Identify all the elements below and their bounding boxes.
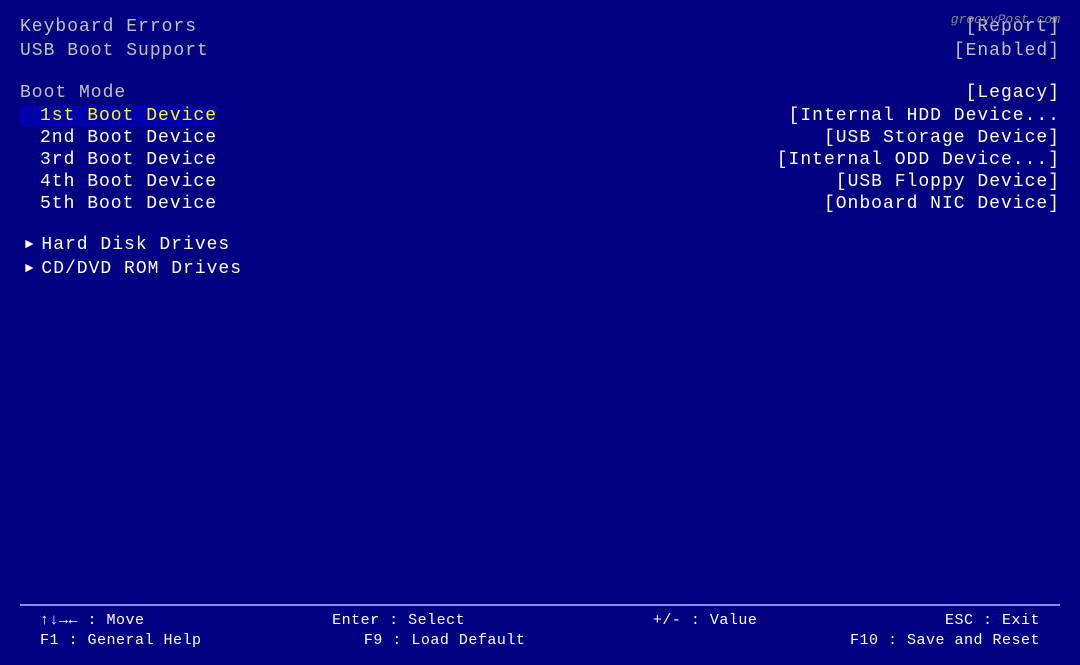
watermark-label: groovyPost.com bbox=[951, 12, 1060, 27]
arrow-right-icon-2: ► bbox=[20, 261, 33, 277]
boot-device-2nd-value: [USB Storage Device] bbox=[824, 128, 1060, 148]
boot-device-2nd[interactable]: 2nd Boot Device [USB Storage Device] bbox=[20, 127, 1060, 149]
boot-device-4th-label: 4th Boot Device bbox=[20, 172, 217, 192]
bios-screen: groovyPost.com Keyboard Errors [Report] … bbox=[0, 0, 1080, 665]
boot-device-2nd-label: 2nd Boot Device bbox=[20, 128, 217, 148]
boot-device-3rd-value: [Internal ODD Device...] bbox=[777, 150, 1060, 170]
footer-exit: ESC : Exit bbox=[945, 612, 1040, 629]
footer-select: Enter : Select bbox=[332, 612, 465, 629]
hard-disk-drives-item[interactable]: ► Hard Disk Drives bbox=[20, 233, 1060, 257]
boot-device-5th-label: 5th Boot Device bbox=[20, 194, 217, 214]
footer-move: ↑↓→← : Move bbox=[40, 612, 145, 629]
footer-value: +/- : Value bbox=[653, 612, 758, 629]
boot-device-3rd[interactable]: 3rd Boot Device [Internal ODD Device...] bbox=[20, 149, 1060, 171]
cd-dvd-rom-drives-item[interactable]: ► CD/DVD ROM Drives bbox=[20, 257, 1060, 281]
usb-boot-support-label: USB Boot Support bbox=[20, 41, 209, 61]
boot-devices-list: 1st Boot Device [Internal HDD Device... … bbox=[20, 105, 1060, 215]
boot-device-4th-value: [USB Floppy Device] bbox=[836, 172, 1060, 192]
usb-boot-support-row: USB Boot Support [Enabled] bbox=[20, 39, 1060, 63]
cd-dvd-rom-drives-label: CD/DVD ROM Drives bbox=[41, 259, 242, 279]
boot-mode-row[interactable]: Boot Mode [Legacy] bbox=[20, 81, 1060, 105]
boot-mode-value: [Legacy] bbox=[966, 83, 1060, 103]
footer-save-reset: F10 : Save and Reset bbox=[850, 632, 1040, 649]
submenus-list: ► Hard Disk Drives ► CD/DVD ROM Drives bbox=[20, 233, 1060, 281]
hard-disk-drives-label: Hard Disk Drives bbox=[41, 235, 230, 255]
footer-row-2: F1 : General Help F9 : Load Default F10 … bbox=[40, 632, 1040, 649]
arrow-right-icon-1: ► bbox=[20, 237, 33, 253]
footer-bar: ↑↓→← : Move Enter : Select +/- : Value E… bbox=[20, 604, 1060, 655]
boot-device-1st[interactable]: 1st Boot Device [Internal HDD Device... bbox=[20, 105, 1060, 127]
usb-boot-support-value: [Enabled] bbox=[954, 41, 1060, 61]
footer-load-default: F9 : Load Default bbox=[364, 632, 526, 649]
boot-device-1st-label: 1st Boot Device bbox=[20, 106, 217, 126]
boot-device-4th[interactable]: 4th Boot Device [USB Floppy Device] bbox=[20, 171, 1060, 193]
boot-device-1st-value: [Internal HDD Device... bbox=[789, 106, 1060, 126]
keyboard-errors-label: Keyboard Errors bbox=[20, 17, 197, 37]
main-content: Keyboard Errors [Report] USB Boot Suppor… bbox=[20, 10, 1060, 604]
boot-device-5th-value: [Onboard NIC Device] bbox=[824, 194, 1060, 214]
footer-general-help: F1 : General Help bbox=[40, 632, 202, 649]
boot-mode-label: Boot Mode bbox=[20, 83, 126, 103]
footer-row-1: ↑↓→← : Move Enter : Select +/- : Value E… bbox=[40, 612, 1040, 629]
boot-device-5th[interactable]: 5th Boot Device [Onboard NIC Device] bbox=[20, 193, 1060, 215]
keyboard-errors-row: Keyboard Errors [Report] bbox=[20, 15, 1060, 39]
boot-device-3rd-label: 3rd Boot Device bbox=[20, 150, 217, 170]
